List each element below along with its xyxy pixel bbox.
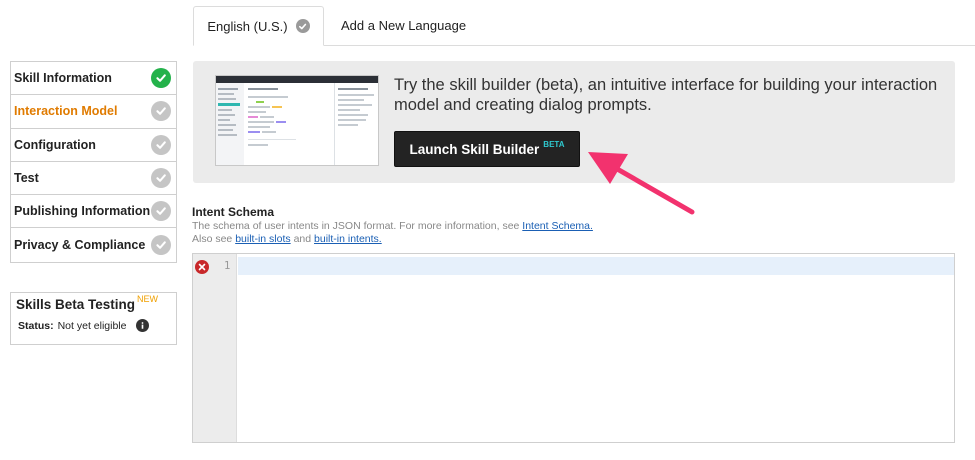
launch-skill-builder-button[interactable]: Launch Skill Builder BETA — [394, 131, 580, 167]
error-icon — [195, 260, 209, 274]
check-circle-icon — [151, 101, 171, 122]
check-circle-icon — [295, 19, 310, 33]
step-label: Interaction Model — [14, 104, 118, 119]
built-in-slots-link[interactable]: built-in slots — [235, 233, 290, 245]
intent-schema-title: Intent Schema — [192, 205, 275, 219]
built-in-intents-link[interactable]: built-in intents. — [314, 233, 382, 245]
skill-steps-nav: Skill Information Interaction Model Conf… — [10, 61, 177, 263]
beta-testing-panel: Skills Beta Testing NEW Status: Not yet e… — [10, 292, 177, 345]
editor-gutter: 1 — [193, 254, 237, 442]
beta-status-label: Status: — [18, 319, 54, 332]
step-label: Privacy & Compliance — [14, 238, 146, 253]
step-label: Publishing Information — [14, 204, 151, 219]
check-circle-icon — [151, 235, 171, 256]
step-label: Test — [14, 171, 39, 186]
step-publishing-information[interactable]: Publishing Information — [11, 195, 176, 229]
skill-builder-preview-image — [215, 75, 379, 166]
tab-english-us-label: English (U.S.) — [207, 18, 288, 34]
intent-schema-description: The schema of user intents in JSON forma… — [192, 220, 593, 246]
line-number: 1 — [224, 260, 231, 272]
skill-page: English (U.S.) Add a New Language Skill … — [0, 0, 975, 460]
tab-add-language-label: Add a New Language — [341, 17, 467, 33]
promo-text: Try the skill builder (beta), an intuiti… — [394, 76, 938, 114]
intent-schema-editor[interactable]: 1 — [192, 253, 955, 443]
step-label: Skill Information — [14, 71, 112, 86]
tab-add-language[interactable]: Add a New Language — [326, 6, 481, 44]
check-circle-icon — [151, 134, 171, 155]
beta-status: Status: Not yet eligible — [16, 319, 171, 332]
step-skill-information[interactable]: Skill Information — [11, 62, 176, 96]
step-test[interactable]: Test — [11, 162, 176, 196]
launch-button-label: Launch Skill Builder — [409, 141, 540, 157]
check-circle-icon — [151, 168, 171, 189]
step-privacy-compliance[interactable]: Privacy & Compliance — [11, 228, 176, 261]
intent-schema-link[interactable]: Intent Schema. — [522, 220, 593, 232]
schema-desc-text: The schema of user intents in JSON forma… — [192, 220, 523, 232]
step-label: Configuration — [14, 137, 96, 152]
beta-testing-title-text: Skills Beta Testing — [16, 297, 136, 312]
new-badge: NEW — [137, 294, 159, 304]
schema-desc2-mid: and — [290, 233, 315, 245]
check-circle-icon — [151, 68, 171, 89]
skill-builder-promo: Try the skill builder (beta), an intuiti… — [193, 61, 955, 183]
schema-desc2-text: Also see — [192, 233, 236, 245]
tab-english-us[interactable]: English (U.S.) — [193, 6, 324, 46]
check-circle-icon — [151, 201, 171, 222]
step-configuration[interactable]: Configuration — [11, 129, 176, 162]
info-icon[interactable] — [136, 319, 150, 332]
language-tabs: English (U.S.) Add a New Language — [0, 0, 975, 46]
code-input-area[interactable] — [238, 254, 954, 442]
step-interaction-model[interactable]: Interaction Model — [11, 95, 176, 129]
beta-status-value: Not yet eligible — [57, 319, 127, 332]
beta-badge: BETA — [543, 139, 565, 149]
beta-testing-title: Skills Beta Testing NEW — [16, 294, 171, 312]
